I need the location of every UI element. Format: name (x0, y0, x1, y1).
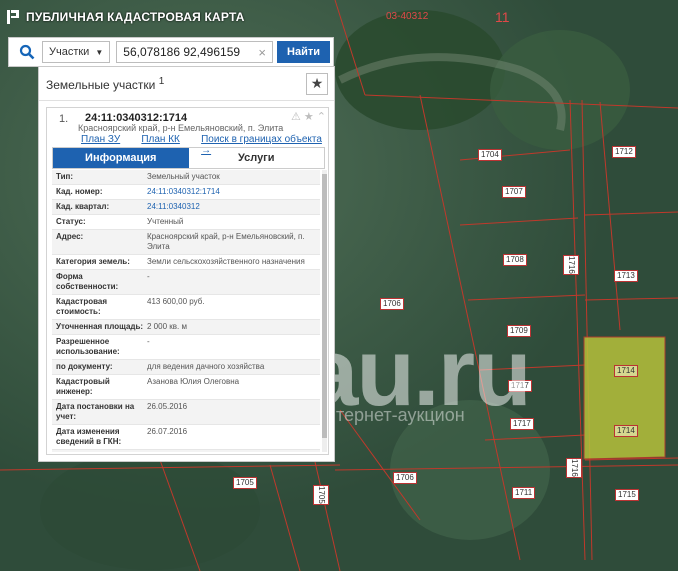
info-row: Дата изменения сведений в ГКН: 26.07.2016 (52, 425, 320, 450)
parcel-label[interactable]: 1715 (615, 489, 639, 501)
panel-header: Земельные участки 1 ★ (39, 67, 334, 101)
parcel-label[interactable]: 1712 (612, 146, 636, 158)
panel-title-text: Земельные участки (46, 77, 156, 92)
info-key: Кад. номер: (56, 187, 103, 196)
info-value: 26.05.2016 (147, 402, 188, 411)
item-index: 1. (59, 113, 69, 125)
info-key: Дата изменения сведений в ГКН: (56, 427, 122, 446)
parcel-label[interactable]: 1713 (614, 270, 638, 282)
search-input[interactable] (123, 45, 257, 59)
search-icon[interactable] (12, 40, 42, 64)
info-value: Земли сельскохозяйственного назначения (147, 257, 305, 266)
star-icon: ★ (310, 75, 324, 91)
find-button[interactable]: Найти (277, 41, 330, 63)
info-value-link[interactable]: 24:11:0340312 (147, 202, 316, 212)
info-key: Тип: (56, 172, 73, 181)
parcel-label[interactable]: 1706 (380, 298, 404, 310)
search-input-wrapper: × (116, 41, 274, 63)
search-bar: Участки ▼ × Найти (8, 37, 334, 67)
info-key: Уточненная площадь: (56, 322, 144, 331)
info-value: Земельный участок (147, 172, 220, 181)
parcel-label[interactable]: 1704 (478, 149, 502, 161)
info-row: Дата выгрузки сведений из ГКН:26.07.2016 (52, 450, 320, 452)
clear-icon[interactable]: × (258, 45, 266, 60)
parcel-label[interactable]: 1705 (313, 485, 329, 505)
info-key: Категория земель: (56, 257, 130, 266)
info-row: Кад. номер: 24:11:0340312:1714 (52, 185, 320, 200)
top-bar: ПУБЛИЧНАЯ КАДАСТРОВАЯ КАРТА (0, 0, 678, 34)
card-tabs: Информация Услуги (52, 147, 325, 169)
info-key: Кадастровый инженер: (56, 377, 110, 396)
info-value: Красноярский край, р-н Емельяновский, п.… (147, 232, 305, 251)
panel-count: 1 (158, 75, 165, 87)
info-value-link[interactable]: 24:11:0340312:1714 (147, 187, 316, 197)
parcel-label[interactable]: 1711 (512, 487, 536, 499)
parcel-label[interactable]: 1716 (566, 458, 582, 478)
parcel-label[interactable]: 1706 (393, 472, 417, 484)
warning-icon[interactable]: ⚠ (291, 110, 301, 123)
info-row: Адрес: Красноярский край, р-н Емельяновск… (52, 230, 320, 255)
info-row: Статус: Учтенный (52, 215, 320, 230)
parcel-address: Красноярский край, р-н Емельяновский, п.… (78, 123, 284, 133)
chevron-down-icon: ▼ (95, 47, 104, 57)
app-title: ПУБЛИЧНАЯ КАДАСТРОВАЯ КАРТА (26, 10, 245, 24)
info-value: 26.07.2016 (147, 427, 188, 436)
info-row: Кадастровая стоимость: 413 600,00 руб. (52, 295, 320, 320)
info-value: - (147, 337, 150, 346)
info-row: Кадастровый инженер: Азанова Юлия Олеговн… (52, 375, 320, 400)
watermark-subtitle: интернет-аукцион (316, 405, 465, 425)
parcel-label[interactable]: 1708 (503, 254, 527, 266)
info-key: Кадастровая стоимость: (56, 297, 108, 316)
info-value: 413 600,00 руб. (147, 297, 205, 306)
parcel-label[interactable]: 1705 (233, 477, 257, 489)
search-type-label: Участки (49, 46, 90, 58)
logo-icon (7, 10, 19, 24)
parcel-label[interactable]: 1707 (502, 186, 526, 198)
tab-info[interactable]: Информация (53, 148, 189, 168)
info-row: Кад. квартал: 24:11:0340312 (52, 200, 320, 215)
info-table: Тип: Земельный участок Кад. номер: 24:11:03… (52, 170, 320, 452)
info-value: Азанова Юлия Олеговна (147, 377, 240, 386)
info-key: Форма собственности: (56, 272, 119, 291)
info-row: Дата постановки на учет: 26.05.2016 (52, 400, 320, 425)
card-icons: ⚠ ★ ⌃ (291, 110, 326, 123)
info-value: Учтенный (147, 217, 184, 226)
info-key: Статус: (56, 217, 86, 226)
parcel-card: 1. 24:11:0340312:1714 Красноярский край,… (46, 107, 329, 455)
info-row: по документу: для ведения дачного хозяйст… (52, 360, 320, 375)
favorite-button[interactable]: ★ (306, 72, 328, 95)
info-row: Уточненная площадь: 2 000 кв. м (52, 320, 320, 335)
info-key: Дата постановки на учет: (56, 402, 135, 421)
info-value: для ведения дачного хозяйства (147, 362, 265, 371)
parcel-label-selected[interactable]: 1714 (614, 425, 638, 437)
info-value: - (147, 272, 150, 281)
parcel-label-selected[interactable]: 1714 (614, 365, 638, 377)
search-type-select[interactable]: Участки ▼ (42, 41, 111, 63)
tab-services[interactable]: Услуги (189, 148, 325, 168)
panel-title: Земельные участки 1 (46, 76, 164, 92)
info-row: Тип: Земельный участок (52, 170, 320, 185)
scrollbar[interactable] (322, 170, 327, 452)
info-key: Кад. квартал: (56, 202, 110, 211)
info-key: Адрес: (56, 232, 84, 241)
info-row: Разрешенное использование: - (52, 335, 320, 360)
info-key: по документу: (56, 362, 113, 371)
scrollbar-thumb[interactable] (322, 174, 327, 438)
chevron-up-icon[interactable]: ⌃ (317, 110, 326, 123)
info-row: Категория земель: Земли сельскохозяйствен… (52, 255, 320, 270)
results-panel: Земельные участки 1 ★ 1. 24:11:0340312:1… (38, 66, 335, 462)
info-key: Разрешенное использование: (56, 337, 120, 356)
info-value: 2 000 кв. м (147, 322, 187, 331)
star-icon[interactable]: ★ (304, 110, 314, 123)
parcel-label[interactable]: 1716 (563, 255, 579, 275)
info-row: Форма собственности: - (52, 270, 320, 295)
